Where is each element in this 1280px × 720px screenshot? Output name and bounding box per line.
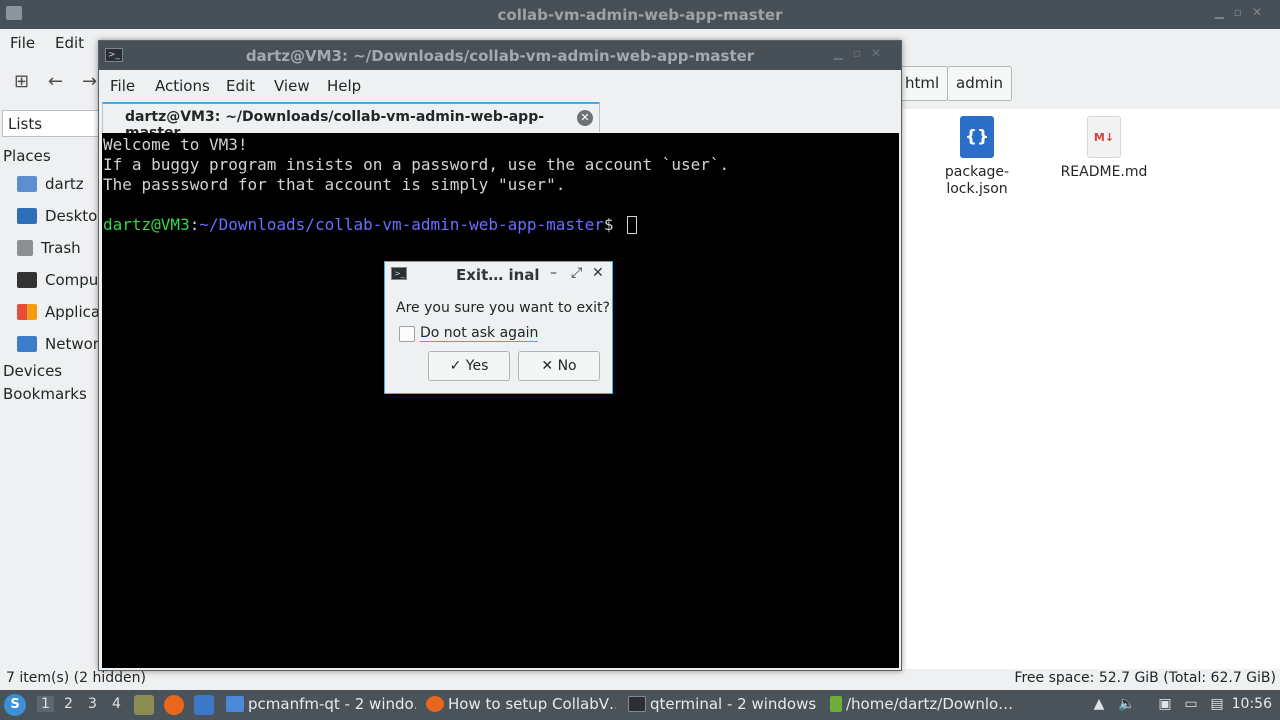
folder-icon <box>226 696 244 712</box>
json-file-icon: {} <box>960 116 994 158</box>
do-not-ask-checkbox[interactable] <box>399 326 415 342</box>
taskbar: S 1 2 3 4 pcmanfm-qt - 2 windo… How to s… <box>0 690 1280 720</box>
file-name-line: README.md <box>1060 164 1148 180</box>
clock[interactable]: 10:56 <box>1232 696 1272 712</box>
maximize-icon[interactable]: ⤢ <box>571 265 582 281</box>
text-editor-icon <box>830 696 842 712</box>
menu-view[interactable]: View <box>274 77 310 95</box>
sidebar-item-desktop[interactable]: Desktop <box>17 207 107 229</box>
file-view[interactable]: {} package- lock.json M↓ README.md <box>900 109 1280 669</box>
terminal-line: If a buggy program insists on a password… <box>103 155 730 174</box>
task-label: /home/dartz/Downlo… <box>846 695 1014 713</box>
workspace-1[interactable]: 1 <box>37 696 54 712</box>
window-controls[interactable]: ▁▫✕ <box>1215 5 1272 19</box>
sidebar-item-label: Trash <box>41 239 81 257</box>
start-menu-icon[interactable]: S <box>4 694 26 716</box>
firefox-icon <box>426 696 444 712</box>
prompt-user: dartz@VM3 <box>103 215 190 234</box>
do-not-ask-label[interactable]: Do not ask again <box>420 325 539 342</box>
path-button-html[interactable]: html <box>896 66 949 101</box>
back-arrow-icon[interactable]: ← <box>48 71 63 92</box>
status-bar: 7 item(s) (2 hidden) Free space: 52.7 Gi… <box>0 669 1280 690</box>
terminal-menubar: File Actions Edit View Help <box>99 70 901 100</box>
sidebar-item-home[interactable]: dartz <box>17 175 84 197</box>
display-icon[interactable]: ▭ <box>1182 696 1200 714</box>
places-sidebar: Lists Places dartz Desktop Trash Compute… <box>0 109 142 669</box>
file-name-line: package- <box>944 164 1010 180</box>
desktop-launcher-icon[interactable] <box>194 695 214 715</box>
path-button-admin[interactable]: admin <box>947 66 1012 101</box>
tray-up-arrow-icon[interactable]: ▲ <box>1090 696 1108 714</box>
notification-icon[interactable]: ▤ <box>1208 696 1226 714</box>
bookmarks-header[interactable]: Bookmarks <box>3 385 87 403</box>
prompt-line: dartz@VM3:~/Downloads/collab-vm-admin-we… <box>103 215 899 235</box>
text-cursor <box>627 216 638 234</box>
terminal-tab[interactable]: dartz@VM3: ~/Downloads/collab-vm-admin-w… <box>102 102 600 141</box>
workspace-4[interactable]: 4 <box>112 696 121 712</box>
terminal-title: dartz@VM3: ~/Downloads/collab-vm-admin-w… <box>245 47 755 65</box>
file-manager-launcher-icon[interactable] <box>134 695 154 715</box>
close-icon[interactable]: ✕ <box>592 265 604 281</box>
task-qterminal[interactable]: qterminal - 2 windows <box>628 690 818 720</box>
dialog-titlebar[interactable]: >_ Exit… inal – ⤢ ✕ <box>385 262 612 287</box>
forward-arrow-icon[interactable]: → <box>82 71 97 92</box>
markdown-file-icon: M↓ <box>1087 116 1121 158</box>
desktop-icon <box>17 208 37 224</box>
file-manager-titlebar[interactable]: collab-vm-admin-web-app-master ▁▫✕ <box>0 0 1280 29</box>
prompt-symbol: $ <box>603 215 624 234</box>
computer-icon <box>17 272 37 288</box>
firefox-launcher-icon[interactable] <box>164 695 184 715</box>
task-pcmanfm[interactable]: pcmanfm-qt - 2 windo… <box>226 690 416 720</box>
volume-icon[interactable]: 🔈 <box>1118 696 1136 714</box>
task-firefox[interactable]: How to setup CollabV… <box>426 690 616 720</box>
task-label: pcmanfm-qt - 2 windo… <box>248 695 416 713</box>
places-header: Places <box>3 147 51 165</box>
close-tab-icon[interactable]: ✕ <box>577 110 593 126</box>
yes-button[interactable]: ✓ Yes <box>428 351 510 381</box>
workspace-3[interactable]: 3 <box>88 696 97 712</box>
applications-icon <box>17 304 37 320</box>
menu-help[interactable]: Help <box>327 77 361 95</box>
menu-actions[interactable]: Actions <box>155 77 210 95</box>
file-manager-title: collab-vm-admin-web-app-master <box>497 6 783 24</box>
workspace-2[interactable]: 2 <box>64 696 73 712</box>
terminal-titlebar[interactable]: >_ dartz@VM3: ~/Downloads/collab-vm-admi… <box>99 41 901 70</box>
no-button[interactable]: ✕ No <box>518 351 600 381</box>
devices-header[interactable]: Devices <box>3 362 62 380</box>
terminal-screen[interactable]: Welcome to VM3! If a buggy program insis… <box>102 133 899 668</box>
prompt-path: ~/Downloads/collab-vm-admin-web-app-mast… <box>199 215 604 234</box>
minimize-icon[interactable]: – <box>550 265 557 281</box>
prompt-separator: : <box>189 215 200 234</box>
terminal-line: The passsword for that account is simply… <box>103 175 566 194</box>
trash-icon <box>17 240 33 256</box>
dialog-question: Are you sure you want to exit? <box>396 300 610 316</box>
terminal-icon: >_ <box>391 267 407 280</box>
menu-edit[interactable]: Edit <box>55 34 84 52</box>
menu-file[interactable]: File <box>110 77 135 95</box>
task-label: qterminal - 2 windows <box>650 695 817 713</box>
sidebar-item-label: dartz <box>45 175 84 193</box>
free-space: Free space: 52.7 GiB (Total: 62.7 GiB) <box>1014 670 1276 686</box>
terminal-icon <box>628 696 646 712</box>
terminal-line: Welcome to VM3! <box>103 135 248 154</box>
new-tab-icon[interactable]: ⊞ <box>14 71 29 92</box>
task-text-editor[interactable]: /home/dartz/Downlo… <box>830 690 1020 720</box>
home-folder-icon <box>17 176 37 192</box>
dialog-title: Exit… inal <box>456 266 540 284</box>
network-icon <box>17 336 37 352</box>
menu-edit[interactable]: Edit <box>226 77 255 95</box>
file-item-package-lock[interactable]: {} package- lock.json <box>943 116 1011 198</box>
clipboard-icon[interactable]: ▣ <box>1156 696 1174 714</box>
menu-file[interactable]: File <box>10 34 35 52</box>
file-name-line: lock.json <box>946 181 1008 197</box>
sidebar-item-trash[interactable]: Trash <box>17 239 81 261</box>
task-label: How to setup CollabV… <box>448 695 616 713</box>
file-item-readme[interactable]: M↓ README.md <box>1059 116 1149 181</box>
item-count: 7 item(s) (2 hidden) <box>6 670 146 686</box>
window-controls[interactable]: ▁▫✕ <box>834 46 891 60</box>
exit-dialog: >_ Exit… inal – ⤢ ✕ Are you sure you wan… <box>384 261 613 394</box>
sidebar-item-network[interactable]: Network <box>17 335 108 357</box>
